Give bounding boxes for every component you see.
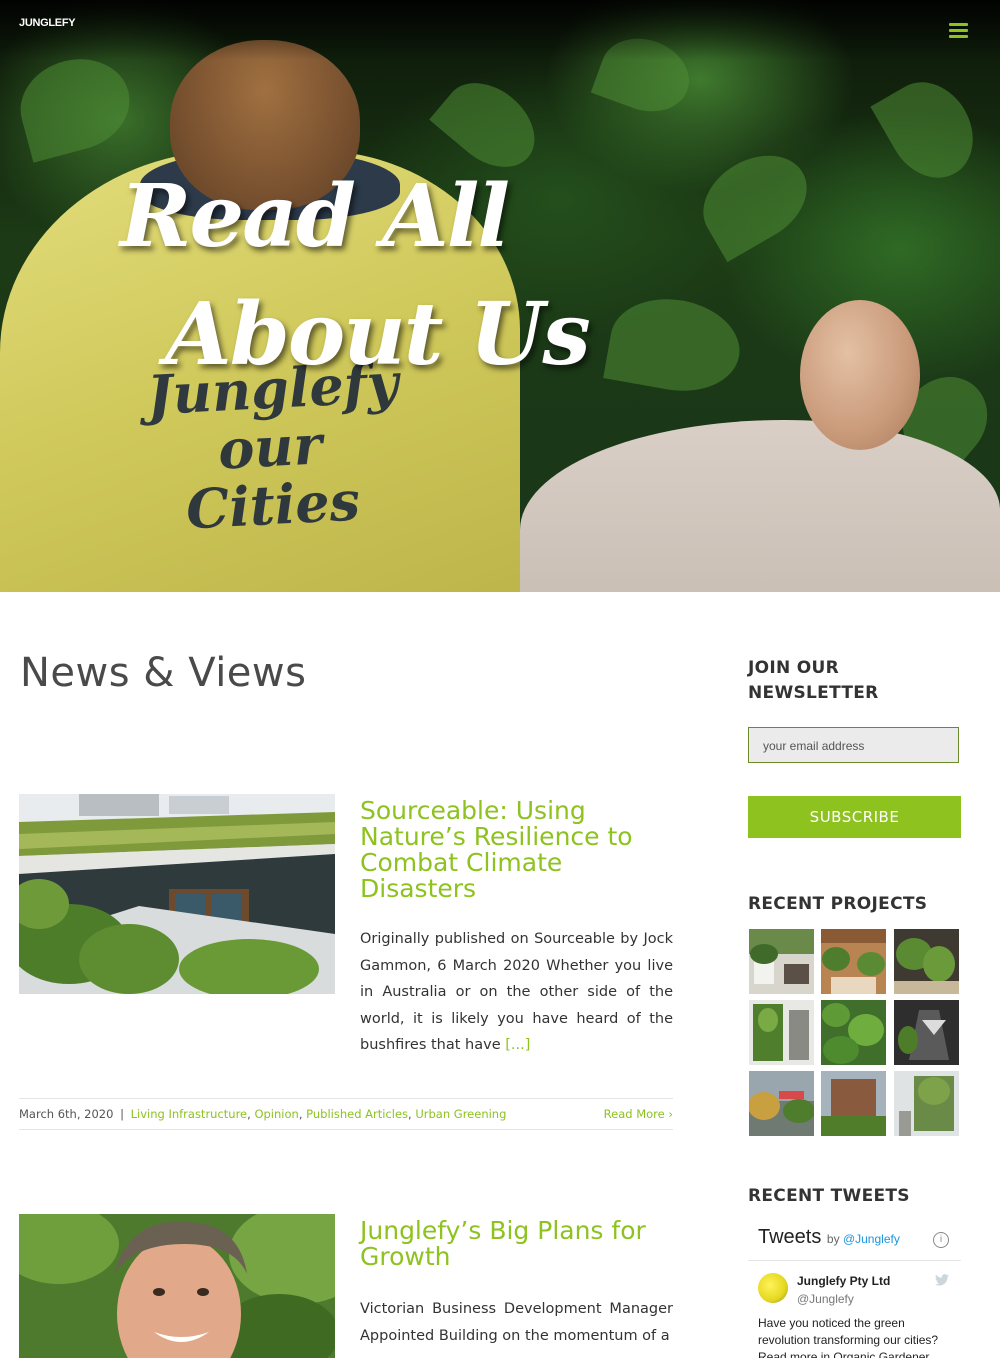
project-thumbnail[interactable]	[749, 929, 814, 994]
subscribe-button[interactable]: SUBSCRIBE	[748, 796, 961, 838]
post-thumbnail[interactable]	[19, 794, 335, 994]
post-excerpt-text: Victorian Business Development Manager A…	[360, 1301, 673, 1344]
blog-post: Sourceable: Using Nature’s Resilience to…	[19, 794, 673, 1134]
post-title[interactable]: Sourceable: Using Nature’s Resilience to…	[360, 798, 660, 902]
newsletter-heading: JOIN OUR NEWSLETTER	[748, 656, 879, 706]
hamburger-menu-icon[interactable]	[949, 23, 968, 39]
project-thumbnail[interactable]	[894, 929, 959, 994]
hero-title: Read All About Us	[120, 158, 591, 394]
category-link[interactable]: Opinion	[254, 1107, 298, 1121]
project-thumbnail[interactable]	[894, 1071, 959, 1136]
read-more-label: Read More	[603, 1107, 665, 1121]
post-title[interactable]: Junglefy’s Big Plans for Growth	[360, 1218, 680, 1270]
tweet-text: Have you noticed the green revolution tr…	[758, 1316, 939, 1358]
leaf-decoration	[870, 66, 990, 194]
leaf-decoration	[10, 47, 140, 163]
divider	[748, 1260, 961, 1261]
avatar[interactable]	[758, 1273, 788, 1303]
twitter-account-handle[interactable]: @Junglefy	[797, 1292, 854, 1306]
recent-tweets-heading: RECENT TWEETS	[748, 1186, 910, 1206]
project-thumbnail[interactable]	[821, 1000, 886, 1065]
person-grey-shirt	[520, 420, 1000, 592]
project-thumbnail[interactable]	[749, 1071, 814, 1136]
page-title: News & Views	[20, 650, 307, 696]
recent-projects-heading: RECENT PROJECTS	[748, 894, 928, 914]
hero-title-line: Read All	[120, 166, 510, 267]
site-logo[interactable]: JUNGLEFY	[19, 17, 76, 29]
post-excerpt-text: Originally published on Sourceable by Jo…	[360, 931, 673, 1053]
excerpt-more-link[interactable]: [...]	[505, 1037, 530, 1053]
twitter-widget: Tweets by @Junglefy i Junglefy Pty Ltd @…	[748, 1218, 961, 1358]
post-thumbnail[interactable]	[19, 1214, 335, 1358]
project-thumbnail[interactable]	[821, 929, 886, 994]
top-bar	[0, 0, 1000, 60]
post-date: March 6th, 2020	[19, 1107, 114, 1121]
newsletter-heading-line: JOIN OUR	[748, 658, 839, 678]
leaf-decoration	[603, 289, 747, 401]
category-link[interactable]: Published Articles	[306, 1107, 408, 1121]
newsletter-heading-line: NEWSLETTER	[748, 683, 879, 703]
leaf-decoration	[687, 137, 823, 263]
project-thumbnail[interactable]	[821, 1071, 886, 1136]
project-thumbnail[interactable]	[749, 1000, 814, 1065]
post-meta: March 6th, 2020 | Living Infrastructure,…	[19, 1098, 673, 1130]
category-link[interactable]: Living Infrastructure	[131, 1107, 248, 1121]
twitter-account-name[interactable]: Junglefy Pty Ltd	[797, 1274, 890, 1288]
hero-title-line: About Us	[165, 284, 591, 385]
hero-banner: Junglefy our Cities JUNGLEFY Read All Ab…	[0, 0, 1000, 592]
by-label: by	[826, 1232, 840, 1246]
category-link[interactable]: Urban Greening	[415, 1107, 506, 1121]
twitter-bird-icon	[935, 1274, 949, 1286]
meta-separator: |	[120, 1107, 124, 1121]
blog-post: Junglefy’s Big Plans for Growth Victoria…	[19, 1214, 673, 1358]
person-bald-head	[800, 300, 920, 450]
tweets-by: by @Junglefy	[827, 1232, 900, 1246]
info-icon[interactable]: i	[933, 1232, 949, 1248]
tweets-title: Tweets	[758, 1226, 822, 1248]
twitter-widget-header: Tweets by @Junglefy	[758, 1226, 900, 1249]
email-input[interactable]: your email address	[748, 727, 959, 763]
post-excerpt: Victorian Business Development Manager A…	[360, 1296, 673, 1349]
post-excerpt: Originally published on Sourceable by Jo…	[360, 926, 673, 1059]
chevron-right-icon: ›	[668, 1107, 673, 1121]
read-more-link[interactable]: Read More ›	[604, 1099, 673, 1129]
project-thumbnail[interactable]	[894, 1000, 959, 1065]
twitter-handle-link[interactable]: @Junglefy	[843, 1232, 900, 1246]
